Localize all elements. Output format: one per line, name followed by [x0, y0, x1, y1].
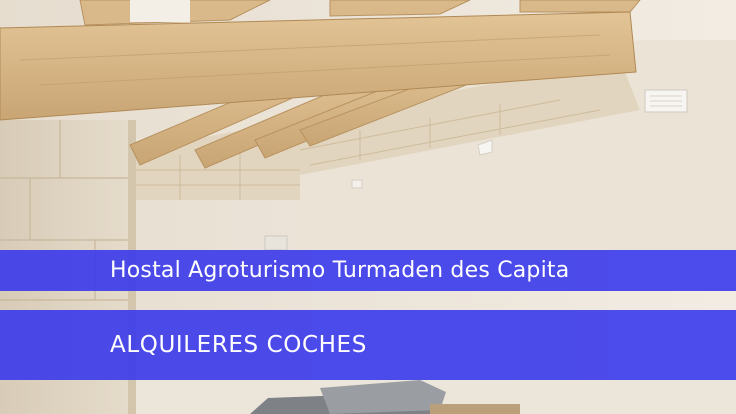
hotel-name: Hostal Agroturismo Turmaden des Capita — [110, 258, 570, 283]
car-rental-banner[interactable]: ALQUILERES COCHES — [0, 310, 736, 380]
car-rental-label[interactable]: ALQUILERES COCHES — [110, 332, 367, 358]
hotel-name-banner: Hostal Agroturismo Turmaden des Capita — [0, 250, 736, 291]
